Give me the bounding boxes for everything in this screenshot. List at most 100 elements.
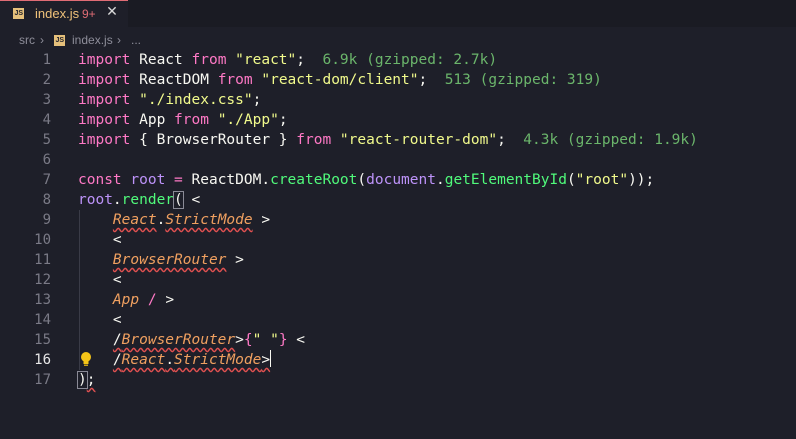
code-token: / [147,292,157,308]
code-line: const root = ReactDOM.createRoot(documen… [78,170,654,190]
code-token: > [252,212,271,228]
code-token: "react" [235,52,297,68]
code-token: StrictMode [165,212,253,228]
code-token: < [78,232,122,248]
line-number: 8 [42,192,51,208]
code-token: App [130,112,175,128]
code-token: ( [566,172,576,188]
code-line: import ReactDOM from "react-dom/client";… [78,70,602,90]
breadcrumb-file[interactable]: index.js [72,33,113,47]
code-token: ReactDOM. [182,172,271,188]
line-number: 17 [34,372,51,388]
code-token: render [121,192,175,208]
code-token: ReactDOM [130,72,218,88]
text-cursor [270,350,272,367]
code-token: ; [252,92,262,108]
code-token: . [156,212,166,228]
line-number: 7 [42,172,51,188]
code-token: 4.3k (gzipped: 1.9k) [523,132,698,148]
code-token: import [78,92,131,108]
close-icon[interactable]: ✕ [105,4,119,20]
code-token: / [112,352,122,368]
code-token: > [261,352,271,368]
code-token: from [217,72,253,88]
code-token: BrowserRouter [112,252,227,268]
code-token: . [112,192,122,208]
code-line: React.StrictMode > [78,210,270,230]
code-token: React [121,352,166,368]
line-number: 2 [42,72,51,88]
code-token: root [130,172,166,188]
code-token: < [287,332,306,348]
code-token: < [182,192,201,208]
line-number: 11 [34,252,51,268]
line-number: 12 [34,272,51,288]
code-token: > [156,292,175,308]
code-token: "react-router-dom" [339,132,498,148]
code-token: ( [173,191,184,209]
line-number: 10 [34,232,51,248]
code-line: App / > [78,290,174,310]
code-line: /React.StrictMode> [78,350,272,370]
code-token: < [78,272,122,288]
line-number: 3 [42,92,51,108]
code-token: import [78,72,131,88]
line-number: 13 [34,292,51,308]
code-token: . [435,172,445,188]
tab-index-js[interactable]: JS index.js 9+ ✕ [0,0,128,27]
code-token: "react-dom/client" [261,72,419,88]
code-token: from [174,112,209,128]
code-token: ; [497,132,524,148]
code-token: > [226,252,244,268]
code-token: import [78,52,131,68]
code-token: React [130,52,192,68]
code-token: import [78,132,131,148]
code-token: ; [418,72,445,88]
code-token: ) [77,371,88,389]
line-number: 6 [42,152,51,168]
code-line: import App from "./App"; [78,110,288,130]
code-token: root [78,192,113,208]
code-token: { [243,332,253,348]
line-number: 1 [42,52,51,68]
code-line: < [78,230,122,250]
code-token: from [296,132,332,148]
code-token: ; [278,112,288,128]
code-line: import React from "react"; 6.9k (gzipped… [78,50,497,70]
code-token: document [366,172,436,188]
code-token: createRoot [270,172,358,188]
line-number: 9 [42,212,51,228]
tab-filename: index.js [35,6,80,21]
code-token: " " [252,332,279,348]
code-token: ( [357,172,367,188]
code-token: 513 (gzipped: 319) [444,72,602,88]
code-token: ; [86,372,96,388]
line-number: 5 [42,132,51,148]
breadcrumb-folder-src[interactable]: src [19,33,35,47]
breadcrumb-separator-icon: › [117,33,121,47]
code-token: React [112,212,157,228]
code-token: App [112,292,140,308]
line-number: 16 [34,352,51,368]
code-token: from [191,52,227,68]
code-line: import { BrowserRouter } from "react-rou… [78,130,698,150]
code-token: StrictMode [174,352,262,368]
code-token: const [78,172,122,188]
code-token: "root" [575,172,629,188]
line-number: 4 [42,112,51,128]
code-line: /BrowserRouter>{" "} < [78,330,305,350]
code-token: / [112,332,122,348]
code-token: import [78,112,131,128]
code-token: < [78,312,122,328]
code-token: { BrowserRouter } [130,132,297,148]
breadcrumb-symbols[interactable]: ... [131,33,141,47]
